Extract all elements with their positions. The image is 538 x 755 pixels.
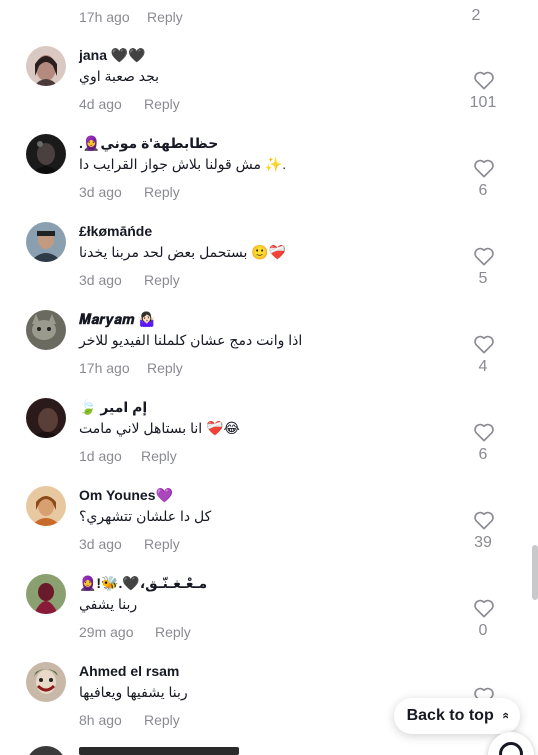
heart-outline-icon <box>474 511 494 530</box>
comment-partial-top: 17h ago Reply 2 <box>0 0 538 30</box>
comment-time: 8h ago <box>79 712 122 728</box>
reply-button[interactable]: Reply <box>144 536 180 552</box>
comment-time: 17h ago <box>79 360 130 376</box>
comment-item: 𝑴𝒂𝒓𝒚𝒂𝒎 🤷🏻‍♀️ اذا وانت دمج عشان كلملنا ال… <box>0 310 538 398</box>
comment-text: بستحمل بعض لحد مربنا يخدنا 🙂❤️‍🩹 <box>79 244 287 260</box>
like-button[interactable] <box>473 422 495 442</box>
comment-item: .🧕حظابطهة'ة موني مش قولنا بلاش جواز القر… <box>0 134 538 222</box>
circle-icon <box>499 742 523 755</box>
comment-username[interactable]: .🧕حظابطهة'ة موني <box>79 135 218 152</box>
comment-time: 3d ago <box>79 536 122 552</box>
comment-time: 3d ago <box>79 184 122 200</box>
like-count: 6 <box>478 182 488 199</box>
comment-item: jana 🖤🖤 بجد صعبة اوي 4d ago Reply 101 <box>0 46 538 134</box>
heart-outline-icon <box>474 247 494 266</box>
like-button[interactable] <box>473 158 495 178</box>
reply-button[interactable]: Reply <box>155 624 191 640</box>
reply-button[interactable]: Reply <box>141 448 177 464</box>
comment-text: كل دا علشان تتشهري؟ <box>79 508 212 524</box>
heart-outline-icon <box>474 159 494 178</box>
avatar[interactable] <box>26 398 66 438</box>
like-button[interactable] <box>473 598 495 618</box>
avatar[interactable] <box>26 46 66 86</box>
comment-username[interactable]: 𝑴𝒂𝒓𝒚𝒂𝒎 🤷🏻‍♀️ <box>79 311 156 328</box>
comment-text: مش قولنا بلاش جواز القرايب دا ✨. <box>79 156 287 172</box>
reply-button[interactable]: Reply <box>147 9 183 25</box>
like-button[interactable] <box>473 510 495 530</box>
comment-username[interactable]: 🍃 إم امير <box>79 399 147 416</box>
reply-button[interactable]: Reply <box>144 272 180 288</box>
double-chevron-up-icon: » <box>497 713 512 719</box>
like-count: 39 <box>474 534 492 551</box>
avatar[interactable] <box>26 310 66 350</box>
comment-item: 🍃 إم امير انا بستاهل لاني مامت ❤️‍🩹😂 1d … <box>0 398 538 486</box>
reply-button[interactable]: Reply <box>144 712 180 728</box>
heart-outline-icon <box>474 599 494 618</box>
heart-outline-icon <box>474 423 494 442</box>
like-count: 5 <box>478 270 488 287</box>
comment-text: اذا وانت دمج عشان كلملنا الفيديو للاخر <box>79 332 303 348</box>
like-count: 2 <box>471 7 481 24</box>
comment-username[interactable]: jana 🖤🖤 <box>79 47 146 64</box>
comment-text: ربنا يشفي <box>79 596 138 612</box>
comment-time: 3d ago <box>79 272 122 288</box>
avatar[interactable] <box>26 222 66 262</box>
like-count: 101 <box>469 94 497 111</box>
comment-time: 1d ago <box>79 448 122 464</box>
reply-button[interactable]: Reply <box>147 360 183 376</box>
scrollbar-thumb[interactable] <box>532 545 538 600</box>
back-to-top-button[interactable]: Back to top » <box>394 698 520 734</box>
comment-text: انا بستاهل لاني مامت ❤️‍🩹😂 <box>79 420 240 436</box>
comment-item: 🧕!🐝.🖤،مـعْـغـنّـق ربنا يشفي 29m ago Repl… <box>0 574 538 662</box>
comment-username <box>79 747 239 755</box>
like-count: 6 <box>478 446 488 463</box>
comment-time: 29m ago <box>79 624 134 640</box>
comment-text: ربنا يشفيها ويعافيها <box>79 684 188 700</box>
comment-username[interactable]: 🧕!🐝.🖤،مـعْـغـنّـق <box>79 575 207 592</box>
heart-outline-icon <box>474 71 494 90</box>
like-button[interactable] <box>473 334 495 354</box>
comment-time: 4d ago <box>79 96 122 112</box>
heart-outline-icon <box>474 335 494 354</box>
comment-username[interactable]: Om Younes💜 <box>79 487 173 504</box>
like-button[interactable] <box>473 246 495 266</box>
comment-text: بجد صعبة اوي <box>79 68 160 84</box>
comment-time: 17h ago <box>79 9 130 25</box>
comment-username[interactable]: Ahmed el rsam <box>79 663 179 679</box>
reply-button[interactable]: Reply <box>144 96 180 112</box>
avatar[interactable] <box>26 134 66 174</box>
avatar[interactable] <box>26 662 66 702</box>
avatar[interactable] <box>26 486 66 526</box>
back-to-top-label: Back to top <box>406 707 494 724</box>
like-count: 4 <box>478 358 488 375</box>
like-button[interactable] <box>473 70 495 90</box>
comment-username[interactable]: £łkømāńde <box>79 223 152 239</box>
avatar[interactable] <box>26 574 66 614</box>
like-count: 0 <box>478 622 488 639</box>
reply-button[interactable]: Reply <box>144 184 180 200</box>
comment-item: £łkømāńde بستحمل بعض لحد مربنا يخدنا 🙂❤️… <box>0 222 538 310</box>
comment-item: Om Younes💜 كل دا علشان تتشهري؟ 3d ago Re… <box>0 486 538 574</box>
